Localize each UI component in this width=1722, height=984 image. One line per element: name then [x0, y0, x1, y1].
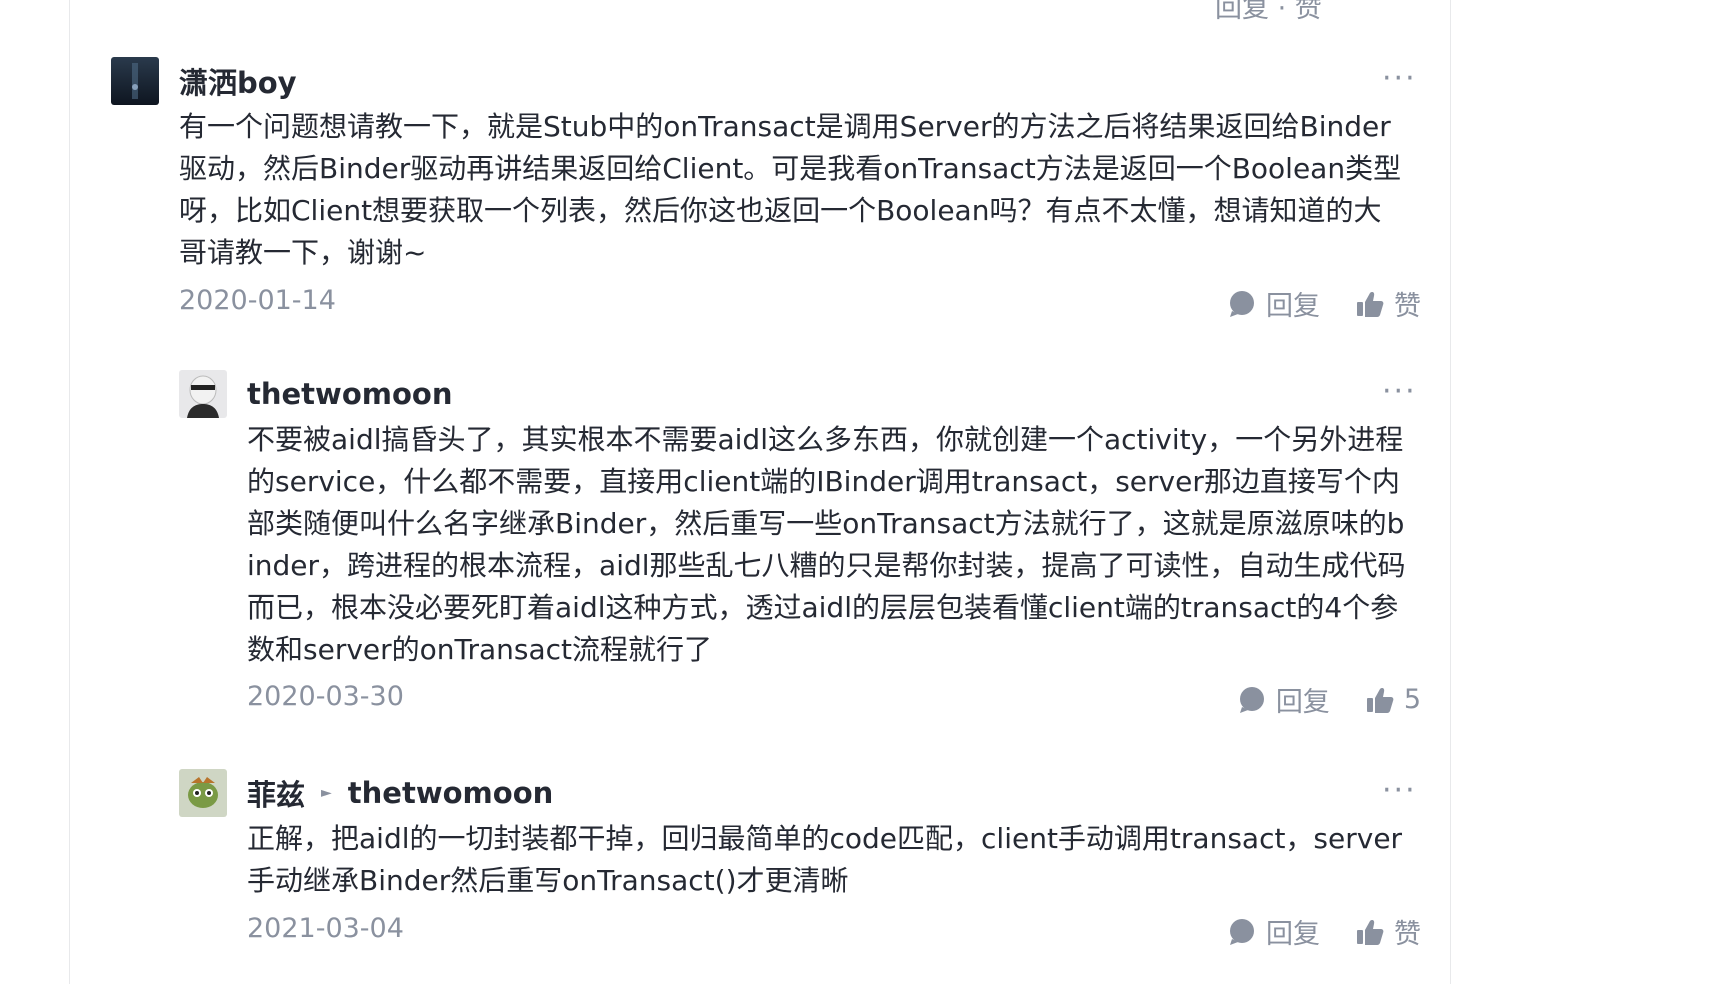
like-button[interactable]: 赞: [1356, 912, 1421, 951]
comment-bubble-icon: [1230, 290, 1254, 317]
like-count: 5: [1403, 684, 1421, 715]
like-label: 赞: [1394, 919, 1421, 950]
thumbs-up-icon: [1366, 687, 1394, 713]
reply-button[interactable]: 回复: [1228, 284, 1320, 323]
author-name[interactable]: 菲兹: [247, 772, 305, 814]
comment-text: 有一个问题想请教一下，就是Stub中的onTransact是调用Server的方…: [179, 110, 1402, 269]
more-horizontal-icon[interactable]: ···: [1382, 776, 1417, 806]
avatar[interactable]: [111, 57, 159, 105]
comment-bubble-icon: [1239, 686, 1264, 713]
like-label: 赞: [1394, 291, 1421, 322]
reply-label: 回复: [1266, 919, 1320, 950]
like-button[interactable]: 5: [1366, 684, 1421, 715]
comment-date: 2021-03-04: [247, 913, 404, 944]
author-name[interactable]: thetwomoon: [247, 377, 452, 411]
comment-date: 2020-01-14: [179, 285, 336, 316]
thumbs-up-icon: [1357, 919, 1384, 945]
reply-button[interactable]: 回复: [1238, 680, 1330, 719]
more-horizontal-icon[interactable]: ···: [1382, 377, 1417, 407]
caret-right-icon: ►: [321, 785, 332, 801]
comment-header: 潇洒boy: [179, 57, 297, 105]
reply-item: 菲兹 ► thetwomoon ··· 正解，把aidl的一切封装都干掉，回归最…: [179, 769, 1421, 969]
comment-header: thetwomoon: [247, 370, 452, 418]
reply-label: 回复: [1275, 687, 1330, 718]
reply-label: 回复: [1266, 291, 1320, 322]
avatar[interactable]: [179, 769, 227, 817]
comment-item: 潇洒boy ··· 有一个问题想请教一下，就是Stub中的onTransact是…: [111, 57, 1421, 327]
more-horizontal-icon[interactable]: ···: [1382, 64, 1417, 94]
author-name[interactable]: 潇洒boy: [179, 60, 297, 102]
reply-item: thetwomoon ··· 不要被aidl搞昏头了，其实根本不需要aidl这么…: [179, 370, 1421, 730]
reply-button[interactable]: 回复: [1228, 912, 1320, 951]
comment-actions: 回复 赞: [1228, 284, 1421, 323]
previous-comment-actions: 回复 · 赞: [1215, 0, 1322, 24]
reply-to-name[interactable]: thetwomoon: [348, 776, 553, 810]
comment-text: 不要被aidl搞昏头了，其实根本不需要aidl这么多东西，你就创建一个activ…: [247, 423, 1406, 666]
comment-text: 正解，把aidl的一切封装都干掉，回归最简单的code匹配，client手动调用…: [247, 822, 1403, 897]
comment-bubble-icon: [1230, 918, 1254, 945]
comment-actions: 回复 赞: [1228, 912, 1421, 951]
like-button[interactable]: 赞: [1356, 284, 1421, 323]
comment-header: 菲兹 ► thetwomoon: [247, 769, 553, 817]
avatar[interactable]: [179, 370, 227, 418]
comment-actions: 回复 5: [1238, 680, 1421, 719]
thumbs-up-icon: [1357, 291, 1384, 317]
comment-date: 2020-03-30: [247, 681, 404, 712]
